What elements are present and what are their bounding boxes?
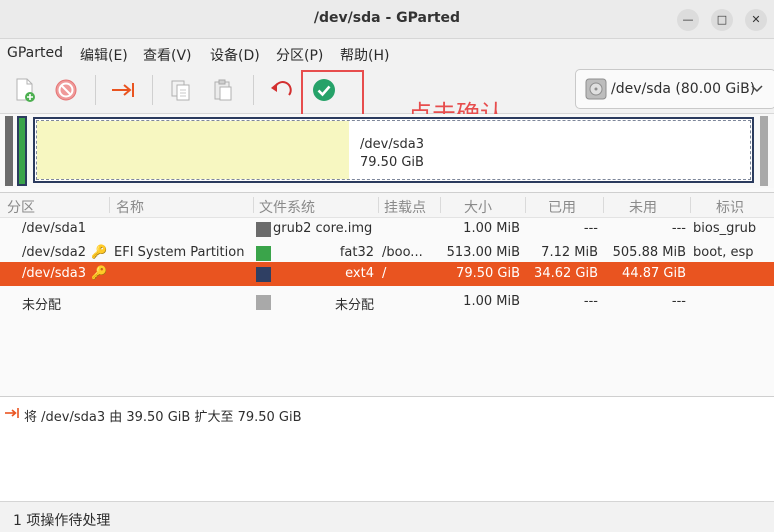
row-filesystem: 未分配 [334, 298, 374, 313]
row-partition: /dev/sda1 [22, 221, 86, 236]
row-partition: /dev/sda3 [22, 266, 86, 281]
fs-color-swatch [256, 222, 271, 237]
menu-partition[interactable]: 分区(P) [276, 45, 323, 65]
table-row[interactable]: 未分配 未分配 1.00 MiB --- --- [0, 290, 774, 314]
disk-map: /dev/sda3 79.50 GiB [0, 114, 774, 188]
diskmap-sda2[interactable] [17, 116, 27, 186]
resize-arrow-icon [112, 83, 134, 97]
col-size[interactable]: 大小 [464, 197, 492, 217]
copy-button[interactable] [168, 77, 194, 103]
title-bar: /dev/sda - GParted — □ ✕ [0, 0, 774, 39]
row-flags: bios_grub [693, 221, 757, 236]
fs-color-swatch [256, 267, 271, 282]
new-document-icon [16, 78, 35, 102]
col-mountpoint[interactable]: 挂载点 [384, 197, 426, 217]
toolbar: /dev/sda (80.00 GiB) [0, 67, 774, 114]
row-name: EFI System Partition [114, 245, 245, 260]
row-used: 7.12 MiB [541, 245, 598, 260]
fs-color-swatch [256, 246, 271, 261]
delete-partition-button[interactable] [53, 77, 79, 103]
col-used[interactable]: 已用 [548, 197, 576, 217]
fs-color-swatch [256, 295, 271, 310]
row-unused: 44.87 GiB [622, 266, 686, 281]
col-partition[interactable]: 分区 [7, 197, 35, 217]
status-bar: 1 项操作待处理 [0, 501, 774, 532]
table-header: 分区 名称 文件系统 挂载点 大小 已用 未用 标识 [0, 192, 774, 218]
key-icon: 🔑 [91, 245, 108, 260]
row-filesystem: grub2 core.img [273, 221, 373, 236]
status-text: 1 项操作待处理 [13, 513, 111, 529]
row-unused: --- [671, 294, 686, 309]
menu-device[interactable]: 设备(D) [210, 45, 260, 65]
diskmap-unallocated[interactable] [760, 116, 768, 186]
resize-move-button[interactable] [110, 77, 136, 103]
row-mountpoint: /boo... [382, 245, 423, 260]
row-used: 34.62 GiB [534, 266, 598, 281]
undo-icon [271, 81, 292, 96]
resize-arrow-icon [5, 408, 19, 418]
new-partition-button[interactable] [12, 77, 38, 103]
delete-icon [55, 79, 77, 101]
row-used: --- [583, 221, 598, 236]
paste-icon [214, 79, 232, 101]
table-row-selected[interactable]: /dev/sda3 🔑 ext4 / 79.50 GiB 34.62 GiB 4… [0, 262, 774, 286]
device-label: /dev/sda (80.00 GiB) [611, 81, 756, 97]
row-flags: boot, esp [693, 245, 754, 260]
maximize-button[interactable]: □ [711, 9, 733, 31]
row-size: 79.50 GiB [456, 266, 520, 281]
disk-icon [585, 78, 607, 100]
col-unused[interactable]: 未用 [629, 197, 657, 217]
row-partition: /dev/sda2 [22, 245, 86, 260]
chevron-down-icon [751, 85, 763, 93]
diskmap-sda3[interactable]: /dev/sda3 79.50 GiB [33, 117, 754, 183]
row-unused: --- [671, 221, 686, 236]
close-button[interactable]: ✕ [745, 9, 767, 31]
menu-bar: GParted 编辑(E) 查看(V) 设备(D) 分区(P) 帮助(H) [0, 39, 774, 67]
undo-button[interactable] [268, 77, 294, 103]
col-filesystem[interactable]: 文件系统 [259, 197, 315, 217]
menu-view[interactable]: 查看(V) [143, 45, 192, 65]
row-size: 1.00 MiB [463, 294, 520, 309]
menu-gparted[interactable]: GParted [7, 45, 63, 61]
diskmap-size-label: 79.50 GiB [360, 155, 424, 170]
col-name[interactable]: 名称 [116, 197, 144, 217]
minimize-button[interactable]: — [677, 9, 699, 31]
row-mountpoint: / [382, 266, 387, 281]
row-filesystem: fat32 [339, 245, 374, 260]
col-flags[interactable]: 标识 [716, 197, 744, 217]
operation-item[interactable]: 将 /dev/sda3 由 39.50 GiB 扩大至 79.50 GiB [24, 406, 302, 425]
menu-edit[interactable]: 编辑(E) [80, 45, 128, 65]
table-row[interactable]: /dev/sda1 grub2 core.img 1.00 MiB --- --… [0, 217, 774, 241]
copy-icon [171, 80, 190, 101]
paste-button[interactable] [210, 77, 236, 103]
row-size: 1.00 MiB [463, 221, 520, 236]
row-unused: 505.88 MiB [612, 245, 686, 260]
row-filesystem: ext4 [345, 266, 374, 281]
row-used: --- [583, 294, 598, 309]
row-size: 513.00 MiB [446, 245, 520, 260]
menu-help[interactable]: 帮助(H) [340, 45, 389, 65]
key-icon: 🔑 [91, 266, 108, 281]
diskmap-sda1[interactable] [5, 116, 13, 186]
pending-operations-panel: 将 /dev/sda3 由 39.50 GiB 扩大至 79.50 GiB [0, 397, 774, 501]
device-selector[interactable]: /dev/sda (80.00 GiB) [575, 69, 774, 109]
diskmap-partition-label: /dev/sda3 [360, 137, 424, 152]
row-partition: 未分配 [22, 298, 62, 313]
window-title: /dev/sda - GParted [313, 10, 461, 26]
